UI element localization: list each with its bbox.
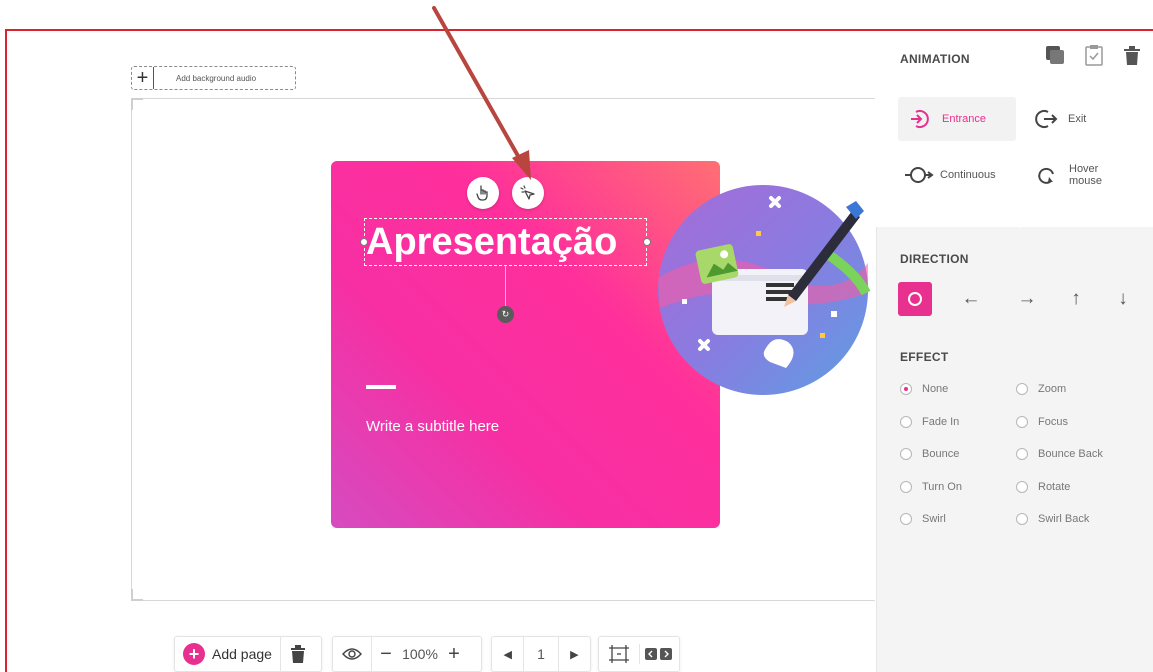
design-illustration[interactable] — [656, 183, 871, 398]
direction-left-button[interactable]: ← — [954, 282, 988, 316]
effect-label: Bounce — [922, 448, 960, 460]
preview-button[interactable] — [333, 636, 371, 672]
effect-label: Zoom — [1038, 383, 1067, 395]
radio-icon — [1016, 481, 1028, 493]
effect-label: Turn On — [922, 481, 962, 493]
add-background-audio-bar[interactable]: + Add background audio — [131, 66, 296, 90]
add-page-button[interactable]: + Add page — [175, 636, 280, 672]
slide-subtitle[interactable]: Write a subtitle here — [366, 418, 499, 435]
effect-option[interactable]: Swirl — [900, 513, 946, 525]
plus-icon: + — [448, 642, 460, 665]
effect-option[interactable]: Turn On — [900, 481, 962, 493]
trash-icon[interactable] — [1121, 43, 1143, 67]
effect-option[interactable]: Zoom — [1016, 383, 1066, 395]
effect-label: Swirl Back — [1038, 513, 1090, 525]
rotate-connector — [505, 266, 506, 308]
effect-label: None — [922, 383, 949, 395]
direction-header: DIRECTION — [900, 252, 969, 266]
anim-type-label: Continuous — [940, 169, 996, 181]
anim-type-entrance[interactable]: Entrance — [898, 97, 1016, 141]
delete-page-button[interactable] — [281, 636, 315, 672]
decorative-dash — [366, 385, 396, 389]
triangle-right-icon: ▶ — [570, 648, 579, 661]
fit-page-button[interactable] — [599, 636, 639, 672]
continuous-icon — [905, 167, 934, 183]
effect-label: Fade In — [922, 416, 960, 428]
circle-icon — [908, 292, 922, 306]
anim-type-exit[interactable]: Exit — [1034, 97, 1086, 141]
zoom-in-button[interactable]: + — [440, 636, 468, 672]
resize-handle-left[interactable] — [360, 238, 368, 246]
page-number[interactable]: 1 — [524, 646, 557, 662]
slide-title[interactable]: Apresentação — [364, 218, 647, 266]
anim-type-continuous[interactable]: Continuous — [904, 158, 996, 192]
plus-icon[interactable]: + — [132, 67, 154, 89]
direction-up-button[interactable]: ↑ — [1059, 282, 1093, 316]
hover-icon — [1038, 167, 1054, 184]
anim-type-label: Exit — [1068, 113, 1087, 125]
previous-page-button[interactable]: ◀ — [492, 636, 523, 672]
effect-option[interactable]: Fade In — [900, 416, 959, 428]
direction-none-button[interactable] — [898, 282, 932, 316]
anim-type-hover-mouse[interactable]: Hover mouse — [1037, 158, 1119, 192]
radio-icon — [1016, 513, 1028, 525]
effect-label: Focus — [1038, 416, 1068, 428]
zoom-level: 100% — [402, 646, 438, 662]
duplicate-icon[interactable] — [1044, 44, 1066, 66]
radio-icon — [900, 513, 912, 525]
next-page-button[interactable]: ▶ — [559, 636, 590, 672]
page-toolbar: + Add page — [174, 636, 322, 672]
trash-icon — [290, 645, 305, 663]
page-corner — [131, 98, 143, 110]
animation-header: ANIMATION — [900, 52, 970, 66]
page-nav-toolbar: ◀ 1 ▶ — [491, 636, 591, 672]
resize-handle-right[interactable] — [643, 238, 651, 246]
effect-option[interactable]: Bounce — [900, 448, 959, 460]
triangle-left-icon: ◀ — [503, 648, 512, 661]
radio-icon — [900, 416, 912, 428]
add-page-label: Add page — [212, 646, 272, 662]
radio-selected-icon — [900, 383, 912, 395]
clipboard-check-icon[interactable] — [1084, 44, 1104, 66]
annotation-arrow — [432, 6, 531, 180]
effect-label: Bounce Back — [1038, 448, 1103, 460]
panel-notch — [1012, 220, 1028, 228]
rotate-icon: ↻ — [501, 309, 510, 319]
crop-fit-icon — [608, 645, 629, 663]
audio-label: Add background audio — [176, 73, 257, 83]
minus-icon: − — [380, 642, 392, 665]
exit-icon — [1035, 110, 1058, 128]
radio-icon — [1016, 416, 1028, 428]
direction-right-button[interactable]: → — [1010, 282, 1044, 316]
radio-icon — [1016, 383, 1028, 395]
effect-option[interactable]: Swirl Back — [1016, 513, 1089, 525]
page-corner — [131, 589, 143, 601]
effect-header: EFFECT — [900, 350, 949, 364]
effect-option[interactable]: Focus — [1016, 416, 1068, 428]
plus-circle-icon: + — [183, 643, 205, 665]
rotate-handle[interactable]: ↻ — [497, 306, 514, 323]
effect-label: Rotate — [1038, 481, 1071, 493]
effect-label: Swirl — [922, 513, 946, 525]
page-arrows-icon — [645, 648, 673, 660]
effect-option[interactable]: None — [900, 383, 948, 395]
page-arrows-button[interactable] — [639, 636, 679, 672]
radio-icon — [900, 481, 912, 493]
entrance-icon — [911, 110, 929, 128]
direction-down-button[interactable]: ↓ — [1106, 282, 1140, 316]
zoom-out-button[interactable]: − — [372, 636, 400, 672]
layout-toolbar — [598, 636, 680, 672]
anim-type-label: Entrance — [942, 113, 987, 125]
anim-type-label: Hover mouse — [1069, 163, 1103, 187]
view-toolbar: − 100% + — [332, 636, 482, 672]
effect-option[interactable]: Bounce Back — [1016, 448, 1103, 460]
radio-icon — [900, 448, 912, 460]
radio-icon — [1016, 448, 1028, 460]
eye-icon — [342, 648, 362, 660]
effect-option[interactable]: Rotate — [1016, 481, 1070, 493]
